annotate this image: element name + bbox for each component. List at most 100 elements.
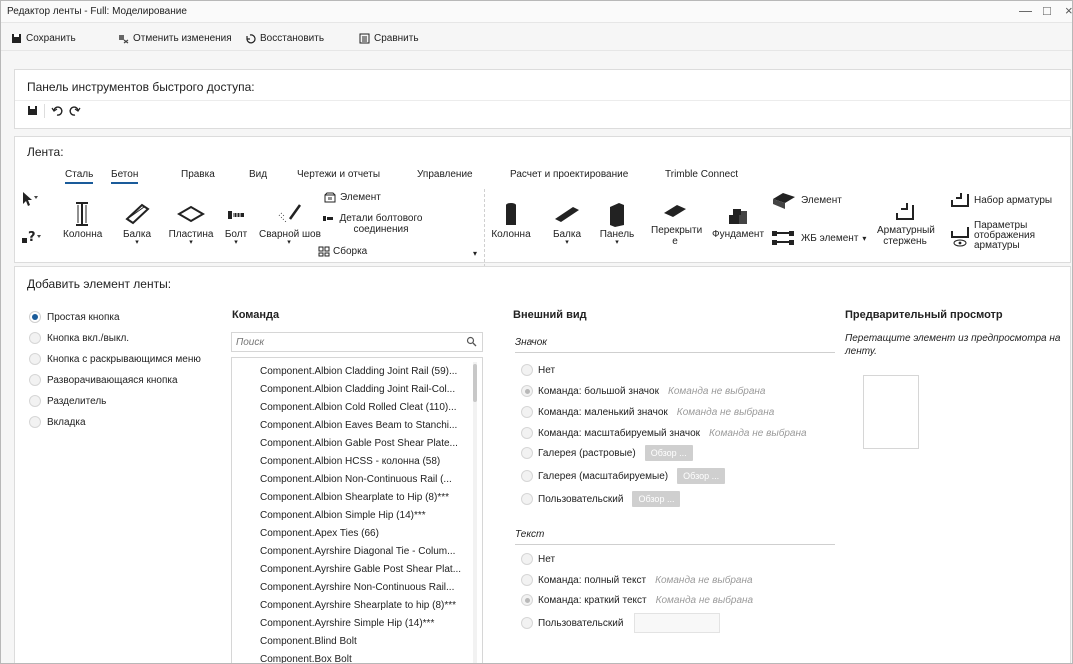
snap-tool-button[interactable]: ?: [21, 229, 43, 245]
type-toggle-button-radio[interactable]: Кнопка вкл./выкл.: [29, 332, 129, 344]
chevron-down-icon: ▾: [565, 239, 569, 246]
restore-button[interactable]: Восстановить: [245, 31, 324, 45]
preview-area[interactable]: [863, 375, 919, 449]
tab-manage[interactable]: Управление: [417, 169, 473, 180]
undo-icon[interactable]: [51, 105, 63, 117]
tab-analysis-design[interactable]: Расчет и проектирование: [510, 169, 628, 180]
list-item[interactable]: Component.Albion Non-Continuous Rail (..…: [260, 474, 470, 485]
ribbon-panel: Лента: Сталь Бетон Правка Вид Чертежи и …: [14, 136, 1071, 267]
compare-button[interactable]: Сравнить: [359, 31, 419, 45]
tab-edit[interactable]: Правка: [181, 169, 215, 180]
tab-view[interactable]: Вид: [249, 169, 267, 180]
type-simple-button-radio[interactable]: Простая кнопка: [29, 311, 120, 323]
icon-gallery-raster-radio[interactable]: Галерея (растровые) Обзор ...: [521, 445, 693, 461]
tab-steel[interactable]: Сталь: [65, 169, 94, 184]
list-item[interactable]: Component.Ayrshire Simple Hip (14)***: [260, 618, 470, 629]
steel-column-button[interactable]: Колонна: [63, 201, 102, 240]
steel-plate-button[interactable]: Пластина ▾: [168, 201, 214, 246]
type-separator-radio[interactable]: Разделитель: [29, 395, 106, 407]
rc-element-button[interactable]: ЖБ элемент ▾: [771, 229, 866, 247]
concrete-panel-button[interactable]: Панель ▾: [597, 201, 637, 246]
list-item[interactable]: Component.Albion HCSS - колонна (58): [260, 456, 470, 467]
command-search-input[interactable]: [232, 333, 452, 351]
chevron-down-icon: ▾: [135, 239, 139, 246]
list-item[interactable]: Component.Albion Gable Post Shear Plate.…: [260, 438, 470, 449]
no-command-hint: Команда не выбрана: [667, 385, 766, 397]
text-none-radio[interactable]: Нет: [521, 553, 555, 565]
list-item[interactable]: Component.Albion Cladding Joint Rail (59…: [260, 366, 470, 377]
radio-dot: [521, 385, 533, 397]
save-button[interactable]: Сохранить: [11, 31, 76, 45]
steel-column-icon: [76, 202, 88, 226]
radio-label: Команда: краткий текст: [538, 594, 647, 606]
text-custom-radio[interactable]: Пользовательский: [521, 613, 721, 633]
concrete-column-button[interactable]: Колонна: [491, 201, 531, 240]
list-item[interactable]: Component.Albion Cold Rolled Cleat (110)…: [260, 402, 470, 413]
radio-dot: [521, 447, 533, 459]
list-item[interactable]: Component.Albion Eaves Beam to Stanchi..…: [260, 420, 470, 431]
close-button[interactable]: ×: [1065, 3, 1072, 18]
icon-small-radio[interactable]: Команда: маленький значок Команда не выбр…: [521, 406, 774, 418]
radio-dot: [521, 594, 533, 606]
search-icon[interactable]: [466, 336, 477, 347]
command-list-scroll-thumb[interactable]: [473, 364, 477, 402]
list-item[interactable]: Component.Ayrshire Gable Post Shear Plat…: [260, 564, 470, 575]
list-item[interactable]: Component.Ayrshire Diagonal Tie - Colum.…: [260, 546, 470, 557]
list-item[interactable]: Component.Apex Ties (66): [260, 528, 470, 539]
svg-text:?: ?: [28, 230, 36, 245]
rebar-display-button[interactable]: Параметры отображения арматуры: [949, 221, 1036, 251]
type-dropdown-button-radio[interactable]: Кнопка с раскрывающимся меню: [29, 353, 201, 365]
list-item[interactable]: Component.Albion Simple Hip (14)***: [260, 510, 470, 521]
command-list[interactable]: Component.Albion Cladding Joint Rail (59…: [231, 357, 483, 663]
radio-dot: [29, 332, 41, 344]
select-tool-button[interactable]: [21, 191, 39, 207]
concrete-beam-button[interactable]: Балка ▾: [551, 201, 583, 246]
list-item[interactable]: Component.Box Bolt: [260, 654, 470, 663]
icon-none-radio[interactable]: Нет: [521, 364, 555, 376]
list-item[interactable]: Component.Ayrshire Shearplate to hip (8)…: [260, 600, 470, 611]
concrete-element-button[interactable]: Элемент: [771, 191, 842, 209]
tab-drawings-reports[interactable]: Чертежи и отчеты: [297, 169, 380, 180]
list-item[interactable]: Component.Blind Bolt: [260, 636, 470, 647]
radio-dot: [521, 364, 533, 376]
icon-scalable-radio[interactable]: Команда: масштабируемый значок Команда не…: [521, 427, 807, 439]
custom-text-field[interactable]: [634, 613, 721, 633]
browse-button[interactable]: Обзор ...: [677, 468, 726, 484]
list-item[interactable]: Component.Albion Shearplate to Hip (8)**…: [260, 492, 470, 503]
concrete-foundation-button[interactable]: Фундамент: [709, 201, 767, 240]
minimize-button[interactable]: —: [1019, 3, 1032, 18]
restore-label: Восстановить: [260, 32, 325, 44]
icon-custom-radio[interactable]: Пользовательский Обзор ...: [521, 491, 681, 507]
steel-weld-button[interactable]: Сварной шов ▾: [259, 201, 321, 246]
steel-assembly-button[interactable]: Сборка: [318, 246, 367, 257]
maximize-button[interactable]: □: [1043, 3, 1051, 18]
text-short-radio[interactable]: Команда: краткий текст Команда не выбрана: [521, 594, 753, 606]
save-icon[interactable]: [27, 105, 38, 116]
steel-bolt-details-button[interactable]: Детали болтового соединения: [322, 213, 424, 235]
steel-element-button[interactable]: Элемент: [324, 192, 381, 203]
type-tab-radio[interactable]: Вкладка: [29, 416, 86, 428]
list-item[interactable]: Component.Albion Cladding Joint Rail-Col…: [260, 384, 470, 395]
redo-icon[interactable]: [69, 105, 81, 117]
steel-beam-button[interactable]: Балка ▾: [122, 201, 152, 246]
text-full-radio[interactable]: Команда: полный текст Команда не выбрана: [521, 574, 753, 586]
concrete-slab-button[interactable]: Перекрыти е: [651, 201, 702, 247]
rebar-button[interactable]: Арматурный стержень: [877, 199, 935, 247]
undo-changes-button[interactable]: Отменить изменения: [118, 31, 232, 45]
bolt-details-icon: [322, 213, 334, 224]
radio-label: Нет: [538, 553, 556, 565]
browse-button[interactable]: Обзор ...: [644, 445, 693, 461]
icon-gallery-scalable-radio[interactable]: Галерея (масштабируемые) Обзор ...: [521, 468, 726, 484]
tab-trimble-connect[interactable]: Trimble Connect: [665, 169, 738, 180]
icon-large-radio[interactable]: Команда: большой значок Команда не выбран…: [521, 385, 765, 397]
tab-concrete[interactable]: Бетон: [111, 169, 139, 184]
type-split-button-radio[interactable]: Разворачивающаяся кнопка: [29, 374, 178, 386]
undo-changes-icon: [118, 33, 129, 44]
browse-button[interactable]: Обзор ...: [632, 491, 681, 507]
steel-group-chevron-down-icon[interactable]: ▾: [473, 249, 477, 258]
list-item[interactable]: Component.Ayrshire Non-Continuous Rail..…: [260, 582, 470, 593]
steel-bolt-button[interactable]: Болт ▾: [221, 201, 251, 246]
command-list-scrollbar[interactable]: [473, 362, 477, 663]
radio-label: Пользовательский: [538, 617, 624, 629]
rebar-set-button[interactable]: Набор арматуры: [949, 191, 1052, 209]
